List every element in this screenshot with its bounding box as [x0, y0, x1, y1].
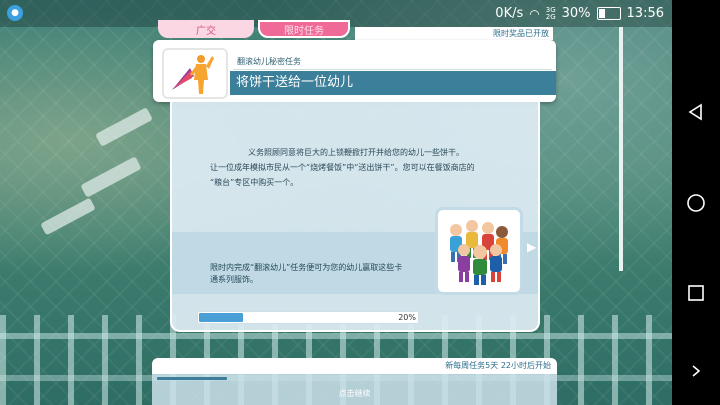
battery-icon	[596, 7, 621, 20]
task-panel: 义务照顾同意将巨大的上锁鞭掀打开并给您的幼儿一些饼干。 让一位成年模拟市民从一个…	[170, 102, 540, 332]
home-button[interactable]	[684, 191, 708, 215]
reward-preview[interactable]	[435, 207, 523, 295]
bottom-panel: 点击继续	[152, 374, 557, 405]
task-subtitle: 翻滚幼儿秘密任务	[233, 54, 552, 70]
superhero-icon	[172, 55, 214, 94]
tab-limited-time[interactable]: 限时任务	[258, 20, 350, 38]
battery-percent: 30%	[561, 6, 591, 21]
tap-to-continue[interactable]: 点击继续	[152, 388, 557, 399]
task-title: 将饼干送给一位幼儿	[230, 71, 556, 95]
clock: 13:56	[626, 6, 664, 21]
back-button[interactable]	[684, 100, 708, 124]
network-type: 3G 2G	[545, 5, 556, 21]
messenger-icon: ●	[7, 5, 23, 21]
toddler-outfits-icon	[450, 220, 508, 285]
bottom-accent-strip	[157, 377, 227, 380]
home-circle-icon	[687, 194, 705, 212]
chevron-right-icon[interactable]: ▶	[527, 240, 536, 254]
navigation-bar	[672, 0, 720, 405]
reward-description: 限时内完成“翻滚幼儿”任务便可为您的幼儿赢取这些卡通系列服饰。	[210, 263, 403, 284]
task-description: 义务照顾同意将巨大的上锁鞭掀打开并给您的幼儿一些饼干。 让一位成年模拟市民从一个…	[196, 146, 516, 191]
back-triangle-icon	[688, 103, 702, 121]
task-header: 翻滚幼儿秘密任务 将饼干送给一位幼儿	[153, 40, 556, 102]
tab-social[interactable]: 广交	[158, 20, 254, 38]
net-speed: 0K/s	[495, 6, 524, 21]
reward-notice: 限时奖品已开放	[355, 27, 553, 40]
description-line: 义务照顾同意将巨大的上锁鞭掀打开并给您的幼儿一些饼干。	[248, 148, 464, 157]
description-line: “粮台”专区中购买一个。	[210, 178, 299, 187]
task-progress-bar: 20%	[197, 311, 419, 324]
description-line: 让一位成年模拟市民从一个“烧烤餐饭”中“送出饼干”。您可以在餐饭商店的	[210, 163, 475, 172]
next-task-timer: 新每周任务5天 22小时后开始	[152, 358, 557, 374]
recents-button[interactable]	[684, 281, 708, 305]
lamp-pole	[619, 27, 623, 271]
progress-fill	[199, 313, 243, 322]
chevron-right-icon	[692, 365, 701, 377]
recents-square-icon	[688, 285, 704, 301]
task-tabs: 广交 限时任务	[158, 20, 350, 38]
expand-button[interactable]	[684, 359, 708, 383]
task-icon	[162, 48, 228, 99]
progress-percent: 20%	[398, 313, 416, 322]
wifi-icon: ◠	[529, 6, 540, 21]
